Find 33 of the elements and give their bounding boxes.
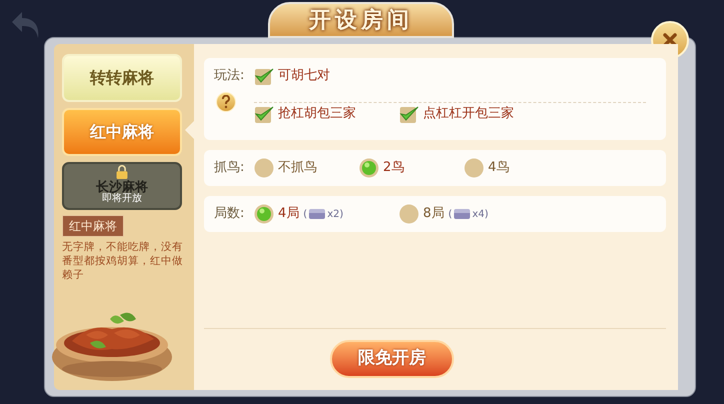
help-icon[interactable]	[216, 92, 236, 112]
checkbox[interactable]	[254, 104, 274, 124]
ticket-icon	[454, 209, 470, 219]
checkbox[interactable]	[399, 104, 419, 124]
cost-text: x4)	[472, 208, 488, 222]
lock-icon	[115, 165, 129, 179]
checkbox[interactable]	[254, 66, 274, 86]
radio-button[interactable]	[254, 158, 274, 178]
option-text: 抢杠胡包三家	[278, 105, 356, 124]
option-label: 抓鸟:	[214, 159, 244, 177]
option-label: 玩法:	[214, 67, 244, 85]
radio-button[interactable]	[399, 204, 419, 224]
option-text: 不抓鸟	[278, 159, 317, 178]
cost-text: (	[303, 208, 308, 222]
description-title: 红中麻将	[62, 215, 124, 237]
radio-button[interactable]	[359, 158, 379, 178]
cost-text: (	[448, 208, 452, 222]
option-text: 4鸟	[488, 159, 510, 178]
ticket-icon	[309, 209, 326, 219]
option-text: 8局	[423, 205, 444, 224]
cost-text: x2)	[327, 208, 344, 222]
game-tab[interactable]: 转转麻将	[62, 54, 182, 102]
option-text: 点杠杠开包三家	[423, 105, 514, 124]
game-tab[interactable]: 长沙麻将 即将开放	[62, 162, 182, 210]
option-label: 局数:	[214, 205, 244, 223]
option-text: 可胡七对	[278, 67, 330, 86]
dialog-title: 开设房间	[309, 6, 413, 34]
option-text: 4局	[278, 205, 300, 224]
option-text: 2鸟	[383, 159, 404, 178]
description-text: 无字牌，不能吃牌，没有番型都按鸡胡算，红中做赖子	[62, 240, 184, 282]
pointer-icon	[185, 120, 195, 140]
radio-button[interactable]	[254, 204, 274, 224]
radio-button[interactable]	[464, 158, 484, 178]
